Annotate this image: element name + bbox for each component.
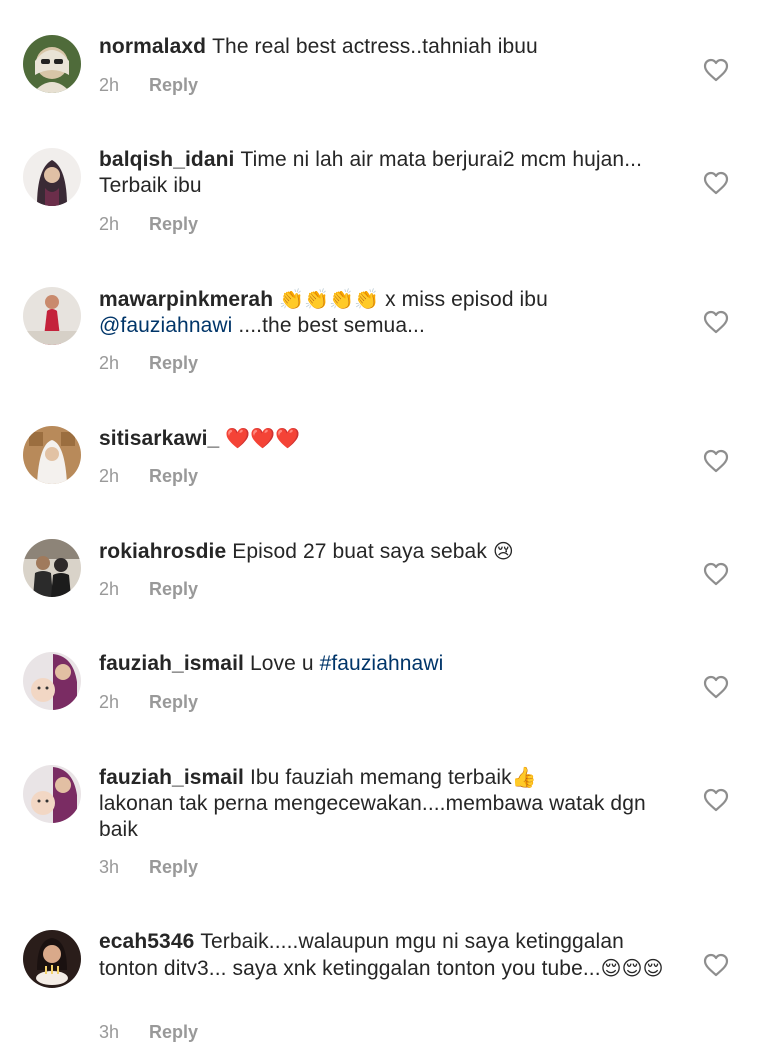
thumbs-up-emoji: 👍: [511, 765, 537, 789]
couple-avatar: [23, 539, 81, 597]
avatar[interactable]: [23, 287, 81, 345]
avatar[interactable]: [23, 652, 81, 710]
comment-time: 2h: [99, 466, 120, 486]
reply-button[interactable]: Reply: [149, 214, 198, 235]
comment-text: fauziah_ismail Ibu fauziah memang terbaik…: [99, 764, 669, 843]
woman-hijab-avatar: [23, 148, 81, 206]
comment-meta: 2h Reply: [99, 579, 198, 600]
heart-outline-icon[interactable]: [703, 310, 729, 334]
comment-text: mawarpinkmerah 👏👏👏👏 x miss episod ibu @fau…: [99, 286, 669, 339]
comment-body: ....the best semua...: [232, 314, 425, 337]
comment-meta: 2h Reply: [99, 214, 198, 235]
avatar[interactable]: [23, 35, 81, 93]
avatar[interactable]: [23, 426, 81, 484]
heart-outline-icon[interactable]: [703, 449, 729, 473]
comment-meta: 2h Reply: [99, 692, 198, 713]
comment-time: 2h: [99, 579, 120, 599]
comment-time: 2h: [99, 353, 120, 373]
comment-text: rokiahrosdie Episod 27 buat saya sebak 😢: [99, 538, 669, 565]
comment-time: 3h: [99, 857, 120, 877]
clap-emoji: 👏👏👏👏: [279, 287, 380, 311]
woman-red-dress-avatar: [23, 287, 81, 345]
mention-link[interactable]: @fauziahnawi: [99, 314, 232, 337]
comment-meta: 3h Reply: [99, 857, 198, 878]
heart-outline-icon[interactable]: [703, 171, 729, 195]
reply-button[interactable]: Reply: [149, 857, 198, 878]
comment-time: 2h: [99, 75, 120, 95]
comment-body: lakonan tak perna mengecewakan....membaw…: [99, 792, 646, 841]
comment-body: Love u: [249, 652, 314, 675]
woman-with-baby-avatar: [23, 652, 81, 710]
reply-button[interactable]: Reply: [149, 466, 198, 487]
avatar[interactable]: [23, 539, 81, 597]
comment-meta: 2h Reply: [99, 353, 198, 374]
comment-text: sitisarkawi_ ❤️❤️❤️: [99, 425, 669, 452]
reply-button[interactable]: Reply: [149, 1022, 198, 1043]
comment-text: fauziah_ismail Love u #fauziahnawi: [99, 651, 669, 677]
avatar[interactable]: [23, 765, 81, 823]
heart-outline-icon[interactable]: [703, 562, 729, 586]
reply-button[interactable]: Reply: [149, 75, 198, 96]
comment-meta: 2h Reply: [99, 75, 198, 96]
reply-button[interactable]: Reply: [149, 353, 198, 374]
heart-outline-icon[interactable]: [703, 953, 729, 977]
comment-meta: 2h Reply: [99, 466, 198, 487]
comment-username[interactable]: sitisarkawi_: [99, 427, 219, 450]
comment-text: normalaxd The real best actress..tahniah …: [99, 34, 669, 60]
heart-outline-icon[interactable]: [703, 675, 729, 699]
comment-username[interactable]: mawarpinkmerah: [99, 288, 273, 311]
avatar[interactable]: [23, 148, 81, 206]
hashtag-link[interactable]: #fauziahnawi: [320, 652, 444, 675]
comment-body: Episod 27 buat saya sebak: [232, 540, 487, 563]
comment-meta: 3h Reply: [99, 1022, 198, 1043]
comment-body: The real best actress..tahniah ibuu: [212, 35, 538, 58]
woman-with-cake-avatar: [23, 930, 81, 988]
woman-white-hijab-avatar: [23, 426, 81, 484]
comment-username[interactable]: normalaxd: [99, 35, 206, 58]
heart-emoji: ❤️❤️❤️: [225, 426, 301, 450]
reply-button[interactable]: Reply: [149, 579, 198, 600]
comment-time: 2h: [99, 692, 120, 712]
comment-username[interactable]: balqish_idani: [99, 148, 235, 171]
reply-button[interactable]: Reply: [149, 692, 198, 713]
comment-username[interactable]: fauziah_ismail: [99, 766, 244, 789]
comment-time: 2h: [99, 214, 120, 234]
comment-body: Ibu fauziah memang terbaik: [249, 766, 512, 789]
relieved-emoji: 😌😌😌: [600, 956, 664, 980]
avatar[interactable]: [23, 930, 81, 988]
woman-with-baby-avatar: [23, 765, 81, 823]
comment-time: 3h: [99, 1022, 120, 1042]
heart-outline-icon[interactable]: [703, 58, 729, 82]
comment-text: balqish_idani Time ni lah air mata berjur…: [99, 147, 669, 199]
comment-username[interactable]: rokiahrosdie: [99, 540, 226, 563]
crying-emoji: 😢: [492, 539, 514, 563]
woman-sunglasses-avatar: [23, 35, 81, 93]
heart-outline-icon[interactable]: [703, 788, 729, 812]
comment-username[interactable]: fauziah_ismail: [99, 652, 244, 675]
comment-text: ecah5346 Terbaik.....walaupun mgu ni saya…: [99, 929, 669, 982]
comment-body: x miss episod ibu: [379, 288, 548, 311]
comment-username[interactable]: ecah5346: [99, 930, 194, 953]
